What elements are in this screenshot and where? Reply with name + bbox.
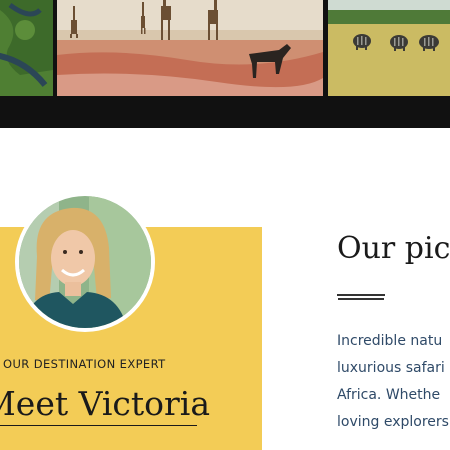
zebras-on-grassland-photo[interactable] xyxy=(328,0,450,96)
giraffes-and-wildebeest-photo[interactable] xyxy=(57,0,323,96)
body-line: loving explorers xyxy=(337,414,449,430)
heading-rule xyxy=(338,298,384,300)
expert-eyebrow: OUR DESTINATION EXPERT xyxy=(3,357,166,371)
photo-gallery-strip xyxy=(0,0,450,96)
dark-divider-band xyxy=(0,96,450,128)
heading-rule xyxy=(337,294,385,296)
heading-underline xyxy=(0,425,197,426)
body-line: Africa. Whethe xyxy=(337,387,441,403)
intro-body-text: Incredible natu luxurious safari Africa.… xyxy=(337,328,449,436)
wetland-aerial-photo[interactable] xyxy=(0,0,53,96)
body-line: Incredible natu xyxy=(337,333,443,349)
expert-portrait[interactable] xyxy=(15,192,155,332)
body-line: luxurious safari xyxy=(337,360,445,376)
section-heading: Our pic xyxy=(337,231,450,266)
expert-heading-link[interactable]: Meet Victoria xyxy=(0,384,210,424)
